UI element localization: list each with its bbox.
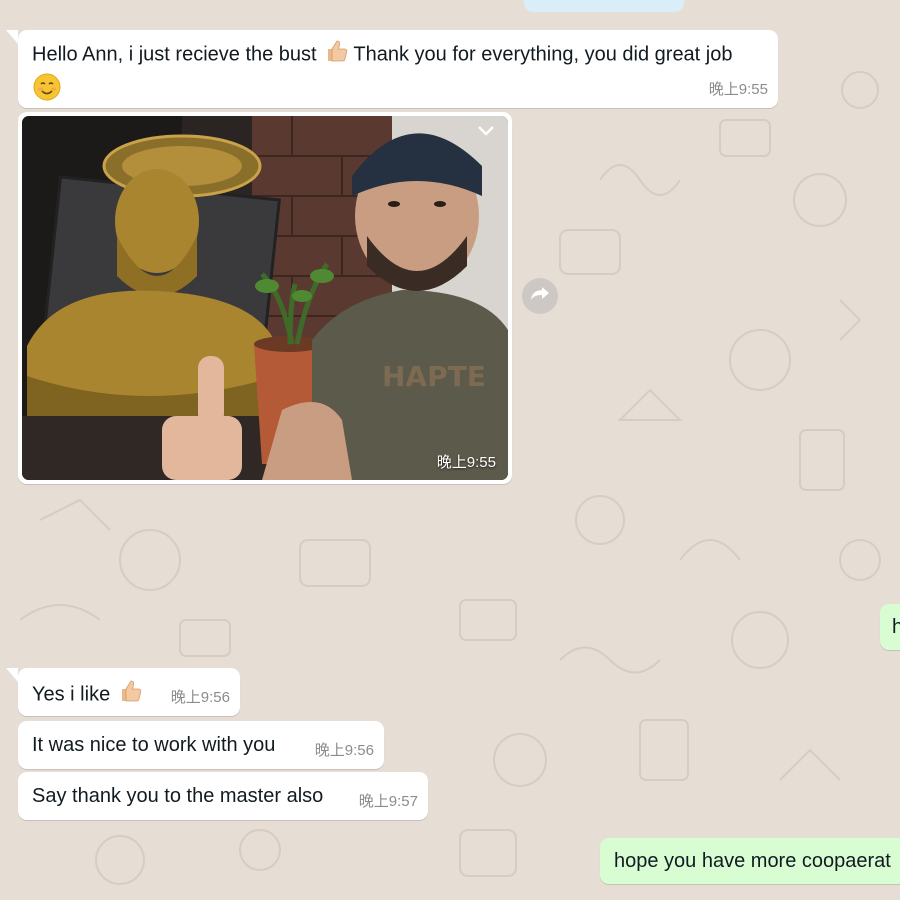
smiling-face-icon: [32, 72, 62, 110]
forward-button[interactable]: [522, 278, 558, 314]
message-text: Yes i like: [32, 683, 111, 706]
message-text-2: Thank you for everything, you did great …: [353, 43, 733, 66]
message-text: h: [892, 616, 900, 638]
chevron-down-icon[interactable]: [476, 124, 496, 143]
message-text: hope you have more coopaerat: [614, 850, 891, 872]
photo-time: 晚上9:55: [436, 454, 496, 471]
message-photo[interactable]: HAPTE 晚上9:55: [18, 112, 512, 484]
message-hope[interactable]: hope you have more coopaerat: [600, 838, 900, 884]
bubble-tail: [6, 30, 18, 44]
message-text: It was nice to work with you: [32, 734, 276, 756]
message-hello[interactable]: Hello Ann, i just recieve the bust Thank…: [18, 30, 778, 108]
message-yes-like[interactable]: Yes i like 晚上9:56: [18, 668, 240, 716]
message-text: Hello Ann, i just recieve the bust: [32, 43, 317, 66]
message-outgoing-partial[interactable]: h: [880, 604, 900, 650]
message-time: 晚上9:55: [708, 81, 768, 98]
bubble-tail: [6, 668, 18, 682]
photo-bust-selfie[interactable]: HAPTE 晚上9:55: [22, 116, 508, 480]
message-text: Say thank you to the master also: [32, 785, 324, 807]
message-time: 晚上9:56: [170, 689, 230, 706]
thumbs-up-icon: [116, 678, 142, 712]
message-time: 晚上9:57: [358, 793, 418, 810]
svg-text:HAPTE: HAPTE: [382, 360, 486, 393]
message-say-thanks[interactable]: Say thank you to the master also 晚上9:57: [18, 772, 428, 820]
message-time: 晚上9:56: [314, 742, 374, 759]
forward-icon: [529, 285, 551, 308]
message-nice-work[interactable]: It was nice to work with you 晚上9:56: [18, 721, 384, 769]
thumbs-up-icon: [322, 38, 348, 72]
previous-message-bubble: [524, 0, 684, 12]
